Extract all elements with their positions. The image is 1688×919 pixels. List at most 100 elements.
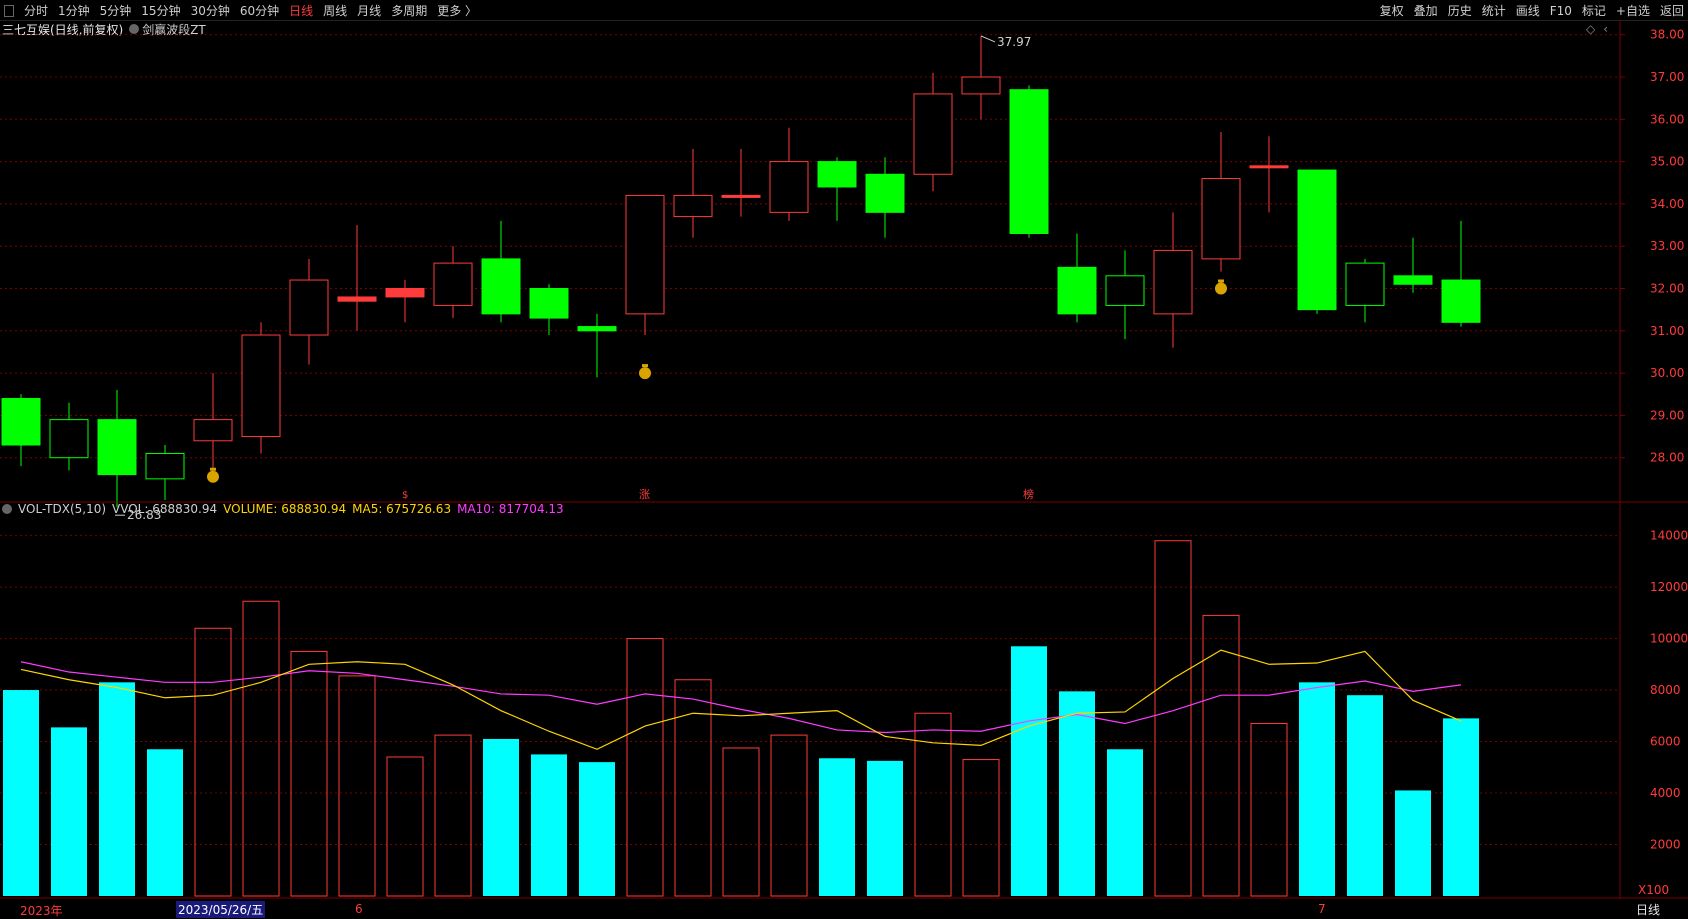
candle-body (1297, 169, 1337, 311)
volume-bar (147, 749, 183, 896)
ma10-line (20, 661, 1462, 734)
candles (1, 35, 1481, 508)
candle-body (145, 452, 185, 480)
volume-bar (722, 747, 760, 897)
money-bag-icon (207, 467, 219, 483)
ma5-line (20, 649, 1462, 750)
candle-body (961, 76, 1001, 95)
candle (193, 373, 233, 479)
volume-bar (1347, 695, 1383, 896)
volume-tick-label: 12000 (1650, 580, 1688, 594)
price-tick-label: 35.00 (1650, 155, 1684, 169)
volume-tick-label: 10000 (1650, 632, 1688, 646)
candle (1249, 136, 1289, 213)
price-tick-label: 38.00 (1650, 28, 1684, 42)
volume-value: VOLUME: 688830.94 (223, 502, 347, 516)
candle (673, 148, 713, 238)
volume-bar (1011, 646, 1047, 896)
volume-tick-label: 2000 (1650, 838, 1681, 852)
candle (1, 394, 41, 467)
money-bag-tie (642, 364, 648, 368)
kline-chart[interactable]: 28.00 29.00 30.00 31.00 32.00 33.00 34.00 35.00… (0, 0, 1688, 899)
period-indicator-button[interactable]: 日线 (1636, 901, 1660, 918)
high-price-label: 37.97 (997, 35, 1031, 49)
money-bag-shape (1215, 282, 1227, 295)
volume-bar (531, 754, 567, 896)
date-axis-month-7: 7 (1318, 902, 1326, 916)
volume-bar (290, 650, 328, 897)
volume-bar (867, 760, 903, 896)
volume-bar (194, 627, 232, 897)
volume-tick-label: 14000 (1650, 529, 1688, 543)
volume-bar (434, 734, 472, 897)
volume-bar (1107, 749, 1143, 896)
candle (625, 194, 665, 336)
volume-bar (1395, 790, 1431, 896)
volume-bar (1059, 691, 1095, 896)
volume-bar (99, 682, 135, 896)
candle (1345, 258, 1385, 323)
candle (385, 280, 425, 323)
volume-bar (626, 638, 664, 897)
candle-body (49, 419, 89, 459)
selected-date: 2023/05/26/五 (176, 901, 266, 918)
high-pointer (980, 35, 996, 43)
candle (1201, 131, 1241, 272)
candle-body (337, 296, 377, 302)
candle (529, 284, 569, 336)
candle-body (1249, 165, 1289, 169)
ma10-value: MA10: 817704.13 (457, 502, 564, 516)
volume-bar (579, 762, 615, 896)
money-bag-icon (639, 364, 651, 380)
volume-axis: 2000 4000 6000 8000 10000 12000 14000 X100 (1638, 529, 1688, 897)
candle-body (1441, 279, 1481, 323)
candle (433, 246, 473, 319)
candle-body (1105, 275, 1145, 306)
price-tick-label: 30.00 (1650, 366, 1684, 380)
candle-body (481, 258, 521, 315)
candle (289, 258, 329, 365)
candle (1009, 85, 1049, 238)
candle (1441, 220, 1481, 327)
candle-body (1009, 89, 1049, 235)
volume-bar (242, 600, 280, 897)
candle-body (817, 161, 857, 188)
price-tick-label: 34.00 (1650, 197, 1684, 211)
signal-marker-3: 榜 (1023, 487, 1034, 501)
candle-body (673, 194, 713, 218)
candle (1297, 169, 1337, 314)
volume-tick-label: 8000 (1650, 683, 1681, 697)
candle-body (721, 194, 761, 198)
volume-bar (1154, 540, 1192, 897)
volume-bar (1250, 723, 1288, 897)
candle-body (1393, 275, 1433, 285)
volume-bar (962, 759, 1000, 897)
money-bag-tie (210, 467, 216, 471)
candle-body (97, 419, 137, 476)
volume-tick-label: 6000 (1650, 735, 1681, 749)
price-tick-label: 29.00 (1650, 408, 1684, 422)
candle-body (769, 161, 809, 213)
price-tick-label: 32.00 (1650, 281, 1684, 295)
candle-body (1, 397, 41, 446)
volume-unit-label: X100 (1638, 883, 1669, 897)
candle-body (1057, 266, 1097, 315)
date-axis-month-6: 6 (355, 902, 363, 916)
candle-body (529, 287, 569, 319)
volume-bar (819, 758, 855, 896)
ma5-value: MA5: 675726.63 (352, 502, 452, 516)
candle (577, 313, 617, 378)
candle (1153, 212, 1193, 348)
price-tick-label: 31.00 (1650, 324, 1684, 338)
volume-bar (483, 738, 519, 896)
money-bag-tie (1218, 279, 1224, 283)
candle (145, 445, 185, 500)
candle (961, 35, 1001, 120)
candle (49, 402, 89, 471)
candle (865, 157, 905, 238)
volume-dot-icon[interactable] (2, 504, 12, 514)
volume-bar (1299, 682, 1335, 896)
candle-body (1201, 178, 1241, 260)
price-tick-label: 36.00 (1650, 112, 1684, 126)
candle-body (433, 262, 473, 306)
